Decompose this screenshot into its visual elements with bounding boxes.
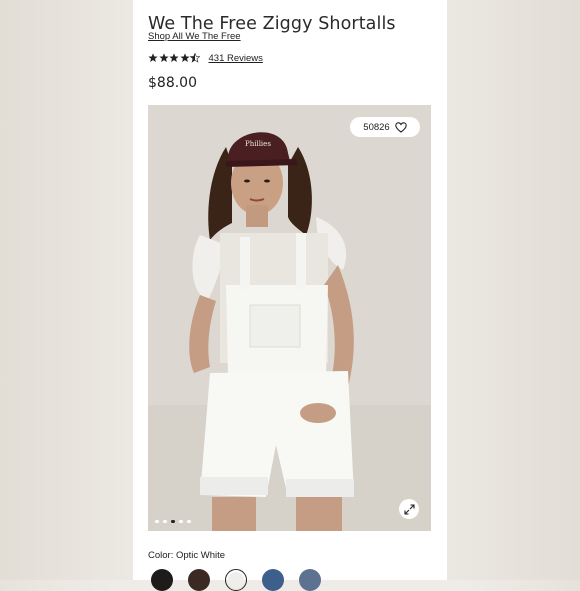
color-swatches <box>151 569 336 591</box>
star-rating <box>148 53 201 63</box>
background-left <box>0 0 133 580</box>
product-panel: We The Free Ziggy Shortalls Shop All We … <box>133 0 447 591</box>
reviews-link[interactable]: 431 Reviews <box>209 53 263 64</box>
carousel-dot[interactable] <box>187 519 191 523</box>
shop-all-brand-link[interactable]: Shop All We The Free <box>148 31 241 42</box>
swatch-black[interactable] <box>151 569 173 591</box>
product-image[interactable]: Phillies 50826 <box>148 105 431 531</box>
carousel-dots <box>155 519 195 523</box>
selected-color-label: Color: Optic White <box>148 550 226 561</box>
heart-icon <box>394 121 407 133</box>
svg-text:Phillies: Phillies <box>245 140 271 148</box>
star-icon <box>158 53 169 62</box>
favorite-button[interactable]: 50826 <box>350 117 420 137</box>
carousel-dot[interactable] <box>163 519 167 523</box>
carousel-dot[interactable] <box>155 519 159 523</box>
swatch-brown[interactable] <box>188 569 210 591</box>
star-icon <box>148 53 158 62</box>
background-right <box>447 0 580 580</box>
half-star-icon <box>190 53 200 63</box>
star-icon <box>169 53 179 62</box>
favorite-count: 50826 <box>363 121 390 133</box>
carousel-dot[interactable] <box>179 519 183 523</box>
rating-row: 431 Reviews <box>148 51 263 65</box>
swatch-light-blue[interactable] <box>299 569 321 591</box>
expand-image-button[interactable] <box>399 499 419 519</box>
swatch-optic-white[interactable] <box>225 569 247 591</box>
carousel-dot-active[interactable] <box>171 519 175 523</box>
swatch-blue[interactable] <box>262 569 284 591</box>
model-photo-illustration: Phillies <box>148 105 431 531</box>
star-icon <box>179 53 190 62</box>
product-price: $88.00 <box>148 75 197 91</box>
expand-arrows-icon <box>403 503 415 515</box>
